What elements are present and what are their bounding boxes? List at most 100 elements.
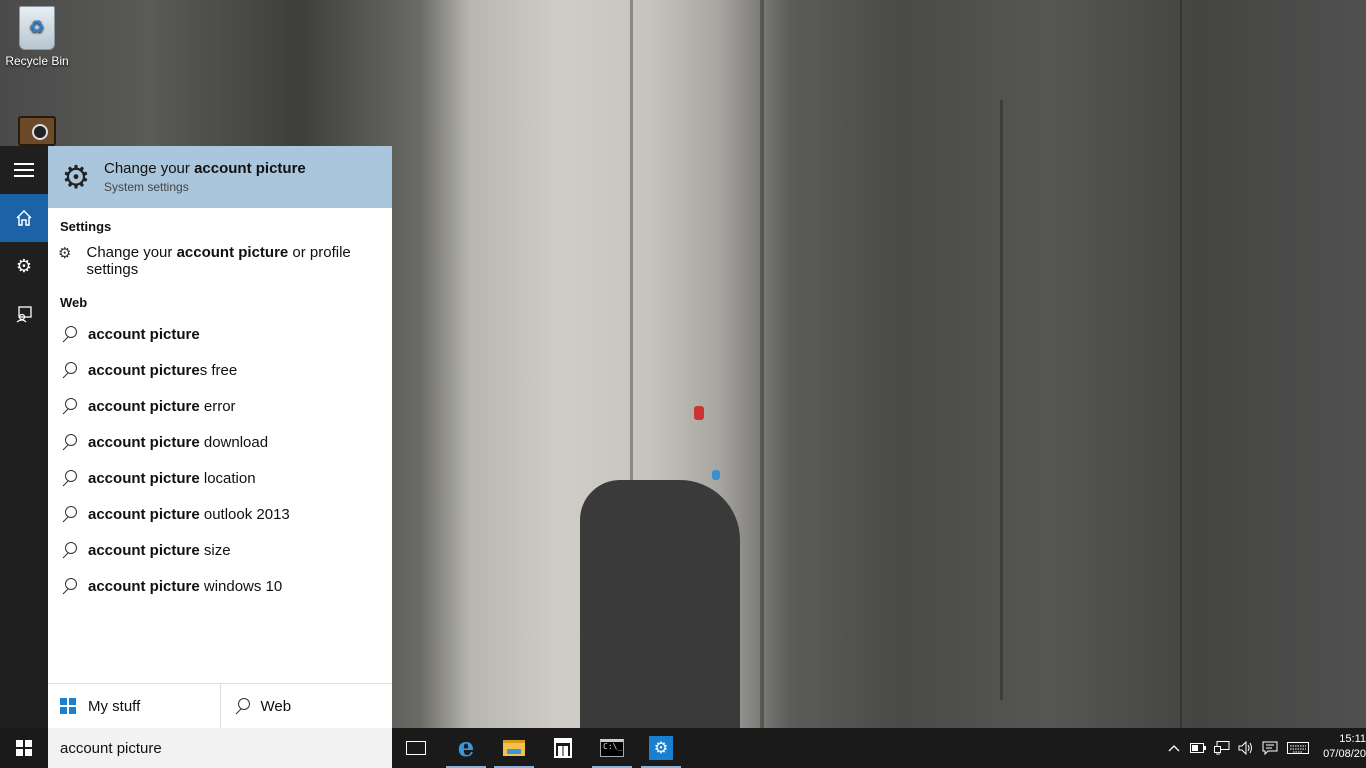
web-result-bold: account picture xyxy=(88,469,200,487)
web-result-item[interactable]: account picture location xyxy=(48,460,392,496)
feedback-button[interactable] xyxy=(0,290,48,338)
desktop-icon-recycle-bin[interactable]: Recycle Bin xyxy=(1,6,73,68)
web-result-bold: account picture xyxy=(88,325,200,343)
battery-icon xyxy=(1190,743,1206,753)
settings-result-bold: account picture xyxy=(176,244,289,261)
home-button[interactable] xyxy=(0,194,48,242)
wallpaper-climber xyxy=(694,406,704,420)
wallpaper-crack xyxy=(1000,100,1003,700)
command-prompt-button[interactable]: C:\_ xyxy=(588,728,636,768)
wallpaper-crack xyxy=(760,0,764,728)
windows-logo-icon xyxy=(16,740,32,756)
web-scope-label: Web xyxy=(260,697,292,715)
search-results-panel: ⚙ Change your account picture System set… xyxy=(48,146,392,728)
search-icon xyxy=(60,577,78,595)
speaker-icon[interactable] xyxy=(18,116,56,146)
search-icon xyxy=(60,469,78,487)
network-button[interactable] xyxy=(1212,728,1232,768)
battery-button[interactable] xyxy=(1188,728,1208,768)
settings-section-header: Settings xyxy=(60,219,112,234)
gear-icon: ⚙ xyxy=(61,159,91,195)
web-result-suffix: error xyxy=(199,397,236,415)
web-result-suffix: s free xyxy=(199,361,238,379)
start-rail: ⚙ xyxy=(0,146,48,728)
best-match-subtitle: System settings xyxy=(104,180,189,194)
keyboard-icon xyxy=(1287,742,1309,754)
wallpaper-rock-shadow xyxy=(580,480,740,728)
best-match-title-prefix: Change your xyxy=(104,160,195,177)
start-button[interactable] xyxy=(0,728,48,768)
touch-keyboard-button[interactable] xyxy=(1286,728,1310,768)
wallpaper-crack xyxy=(630,0,633,480)
recycle-bin-label: Recycle Bin xyxy=(5,54,69,68)
action-center-icon xyxy=(1262,741,1278,755)
search-icon xyxy=(233,697,251,715)
my-stuff-label: My stuff xyxy=(88,697,141,715)
search-icon xyxy=(60,433,78,451)
hamburger-menu-icon xyxy=(14,163,34,177)
web-result-bold: account picture xyxy=(88,397,200,415)
edge-icon: e xyxy=(457,733,475,763)
chevron-up-icon xyxy=(1168,745,1180,752)
edge-button[interactable]: e xyxy=(442,728,490,768)
web-result-label: account picture download xyxy=(88,434,268,451)
web-result-suffix: download xyxy=(199,433,269,451)
gear-icon: ⚙ xyxy=(15,255,33,276)
recycle-bin-icon xyxy=(19,6,55,50)
web-result-suffix: windows 10 xyxy=(199,577,283,595)
web-result-label: account picture size xyxy=(88,542,231,559)
web-result-label: account picture location xyxy=(88,470,256,487)
taskbar-search-input[interactable]: account picture xyxy=(48,728,392,768)
action-center-button[interactable] xyxy=(1260,728,1280,768)
web-result-label: account picture error xyxy=(88,398,236,415)
search-icon xyxy=(60,361,78,379)
search-icon xyxy=(60,541,78,559)
wallpaper-crack xyxy=(1180,0,1182,728)
clock-time: 15:11 xyxy=(1339,733,1366,745)
search-icon xyxy=(60,325,78,343)
show-hidden-icons-button[interactable] xyxy=(1164,728,1184,768)
task-view-icon xyxy=(406,741,426,755)
web-result-item[interactable]: account pictures free xyxy=(48,352,392,388)
web-result-item[interactable]: account picture windows 10 xyxy=(48,568,392,604)
web-result-suffix: outlook 2013 xyxy=(199,505,290,523)
settings-app-button[interactable]: ⚙ xyxy=(637,728,685,768)
file-explorer-button[interactable] xyxy=(490,728,538,768)
hamburger-menu-button[interactable] xyxy=(0,146,48,194)
web-result-item[interactable]: account picture xyxy=(48,316,392,352)
web-result-bold: account picture xyxy=(88,433,200,451)
best-match-title-bold: account picture xyxy=(194,160,306,177)
web-results-list: account picture account pictures free acco… xyxy=(48,316,392,604)
best-match-result[interactable]: ⚙ Change your account picture System set… xyxy=(48,146,392,208)
command-prompt-icon: C:\_ xyxy=(600,739,624,757)
web-result-item[interactable]: account picture size xyxy=(48,532,392,568)
web-result-bold: account picture xyxy=(88,577,200,595)
windows-logo-icon xyxy=(60,698,76,714)
web-result-bold: account picture xyxy=(88,541,200,559)
settings-rail-button[interactable]: ⚙ xyxy=(0,242,48,290)
taskbar-clock[interactable]: 15:11 07/08/20 xyxy=(1314,732,1366,762)
web-result-label: account picture outlook 2013 xyxy=(88,506,290,523)
clock-date: 07/08/20 xyxy=(1323,748,1366,760)
web-result-bold: account picture xyxy=(88,361,200,379)
network-icon xyxy=(1214,741,1230,755)
web-scope-button[interactable]: Web xyxy=(219,684,393,728)
web-result-item[interactable]: account picture outlook 2013 xyxy=(48,496,392,532)
task-view-button[interactable] xyxy=(392,728,440,768)
web-result-label: account picture windows 10 xyxy=(88,578,282,595)
home-icon xyxy=(16,209,32,226)
volume-button[interactable] xyxy=(1236,728,1256,768)
store-icon xyxy=(554,738,572,758)
store-button[interactable] xyxy=(539,728,587,768)
search-scope-bar: My stuff Web xyxy=(48,683,392,728)
web-result-label: account picture xyxy=(88,326,200,343)
search-icon xyxy=(60,397,78,415)
settings-result-item[interactable]: ⚙ Change your account picture or profile… xyxy=(48,240,392,284)
web-result-item[interactable]: account picture download xyxy=(48,424,392,460)
my-stuff-button[interactable]: My stuff xyxy=(48,684,220,728)
web-result-bold: account picture xyxy=(88,505,200,523)
web-result-item[interactable]: account picture error xyxy=(48,388,392,424)
settings-result-prefix: Change your xyxy=(86,244,177,261)
settings-result-label: Change your account picture or profile s… xyxy=(87,244,381,278)
web-result-suffix: size xyxy=(199,541,231,559)
